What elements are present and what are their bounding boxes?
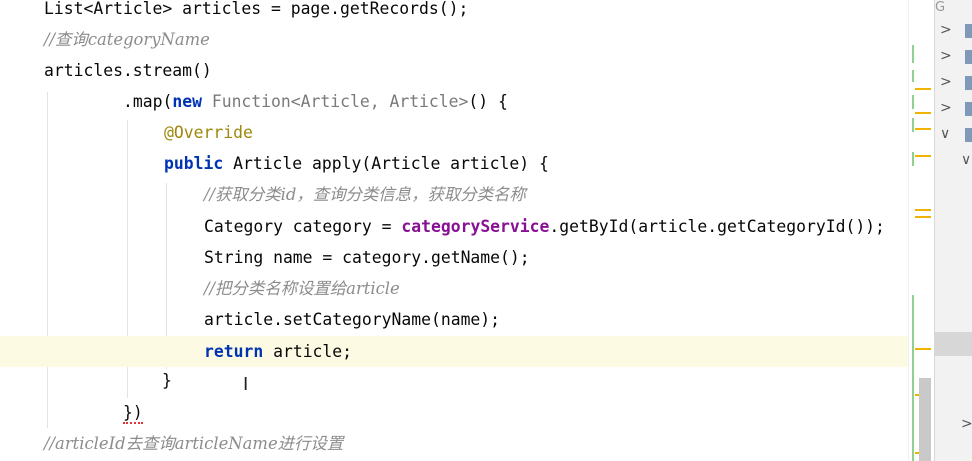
tree-node[interactable]: >	[935, 44, 972, 70]
change-marker	[912, 95, 914, 109]
text-cursor-icon: I	[243, 374, 249, 395]
package-icon	[965, 50, 972, 64]
tree-node[interactable]: >	[935, 70, 972, 96]
change-marker	[915, 155, 931, 157]
tree-node[interactable]: >	[935, 412, 972, 438]
code-line[interactable]: //把分类名称设置给article	[0, 273, 934, 304]
code-line[interactable]: //查询categoryName	[0, 24, 934, 55]
change-marker	[915, 88, 931, 90]
code-text: List<Article> articles = page.getRecords…	[44, 0, 469, 18]
change-marker	[912, 45, 914, 63]
change-marker	[912, 152, 914, 166]
code-line[interactable]: Category category = categoryService.getB…	[0, 211, 934, 242]
folder-icon	[965, 24, 972, 38]
code-text: .map(	[123, 92, 173, 111]
code-line[interactable]: List<Article> articles = page.getRecords…	[0, 0, 934, 24]
code-text: articles.stream()	[44, 61, 212, 80]
code-comment: //查询categoryName	[44, 30, 210, 49]
tree-node[interactable]: ∨	[935, 122, 972, 148]
code-line[interactable]: })	[0, 397, 934, 428]
code-editor[interactable]: List<Article> articles = page.getRecords…	[0, 0, 934, 461]
code-keyword: public	[164, 154, 224, 173]
code-line[interactable]: public Article apply(Article article) {	[0, 148, 934, 179]
change-marker	[912, 118, 914, 132]
chevron-right-icon[interactable]: >	[940, 48, 952, 64]
code-field: categoryService	[401, 217, 550, 236]
change-marker	[915, 209, 931, 211]
code-text: article;	[263, 342, 353, 361]
code-text: () {	[468, 92, 508, 111]
code-text: Category category =	[204, 217, 402, 236]
chevron-right-icon[interactable]: >	[940, 100, 952, 116]
code-text: String name = category.getName();	[204, 248, 530, 267]
change-marker	[915, 128, 931, 130]
code-line[interactable]: }	[0, 365, 934, 396]
current-line[interactable]: return article;	[0, 336, 934, 367]
change-marker	[912, 295, 914, 461]
vertical-scrollbar[interactable]	[919, 378, 931, 461]
code-line[interactable]: article.setCategoryName(name);	[0, 304, 934, 335]
code-text: })	[123, 403, 143, 424]
code-keyword: return	[204, 342, 264, 361]
chevron-right-icon[interactable]: >	[961, 416, 972, 432]
code-keyword: new	[172, 92, 202, 111]
panel-header-icon: G	[935, 0, 946, 15]
change-marker	[915, 348, 931, 350]
code-text: Article apply(Article article) {	[223, 154, 549, 173]
code-line[interactable]: //articleId去查询articleName进行设置	[0, 428, 934, 459]
code-line[interactable]: @Override	[0, 117, 934, 148]
change-marker	[912, 70, 914, 82]
code-comment: //把分类名称设置给article	[204, 279, 400, 298]
code-line[interactable]: articles.stream()	[0, 55, 934, 86]
selected-row[interactable]	[935, 332, 972, 356]
change-marker	[915, 216, 931, 218]
project-panel: G > > > > ∨ ∨ >	[934, 0, 972, 461]
tree-node[interactable]: ∨	[935, 148, 972, 174]
package-icon	[965, 102, 972, 116]
change-marker	[915, 112, 931, 114]
chevron-down-icon[interactable]: ∨	[961, 152, 971, 168]
code-line[interactable]: .map(new Function<Article, Article>() {	[0, 86, 934, 117]
code-comment: //获取分类id，查询分类信息，获取分类名称	[204, 185, 526, 204]
code-annotation: @Override	[164, 123, 253, 142]
tree-node[interactable]: >	[935, 96, 972, 122]
package-icon	[965, 128, 972, 142]
code-text: article.setCategoryName(name);	[204, 310, 501, 329]
code-line[interactable]: //获取分类id，查询分类信息，获取分类名称	[0, 179, 934, 210]
code-comment: //articleId去查询articleName进行设置	[44, 434, 344, 453]
chevron-right-icon[interactable]: >	[940, 22, 952, 38]
package-icon	[965, 76, 972, 90]
code-text: .getById(article.getCategoryId());	[549, 217, 885, 236]
code-text: }	[162, 371, 172, 390]
tree-node[interactable]: >	[935, 18, 972, 44]
code-line[interactable]: String name = category.getName();	[0, 242, 934, 273]
code-type: Function<Article, Article>	[211, 92, 469, 111]
chevron-right-icon[interactable]: >	[940, 74, 952, 90]
chevron-down-icon[interactable]: ∨	[940, 126, 950, 142]
